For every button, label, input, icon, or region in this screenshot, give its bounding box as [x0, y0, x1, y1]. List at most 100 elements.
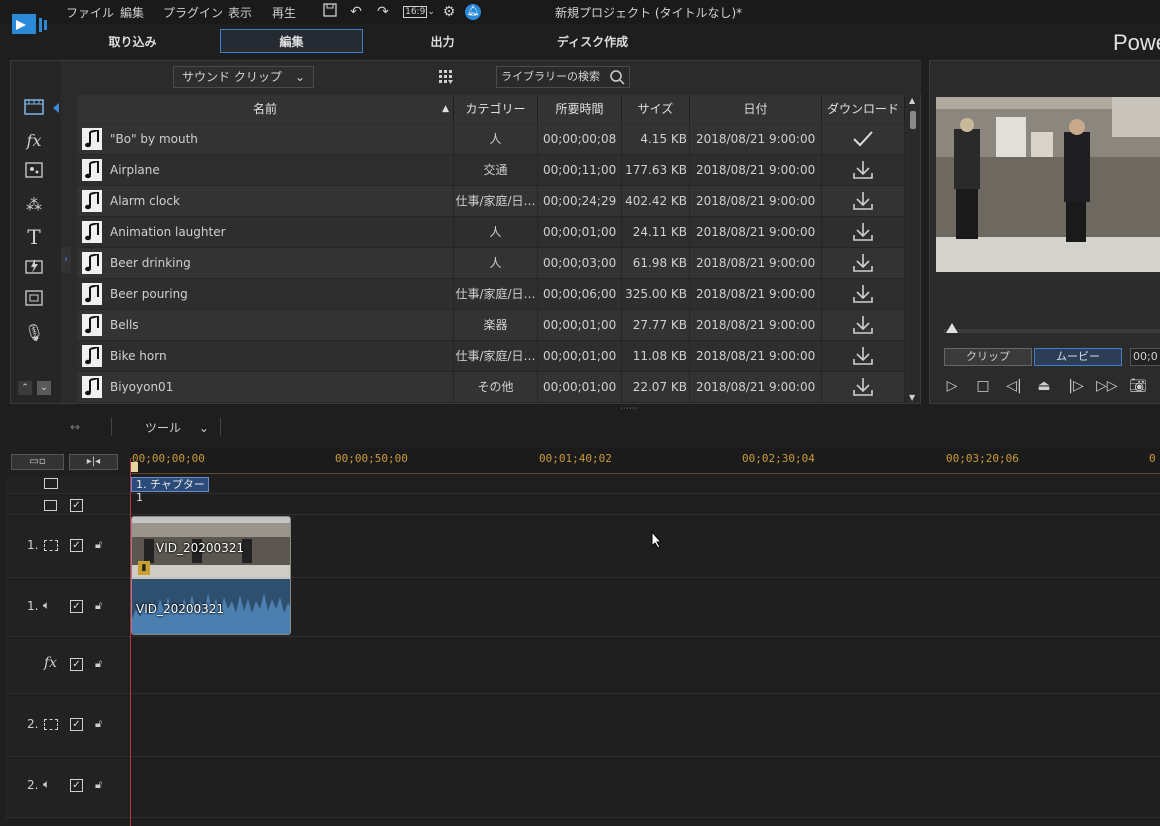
snapshot-camera-icon[interactable]: 📷︎ [1128, 377, 1148, 395]
view-grid-icon[interactable] [438, 69, 454, 85]
playhead-line[interactable] [130, 458, 131, 826]
row-download-cell[interactable] [822, 155, 905, 185]
library-scrollbar[interactable]: ▲ ▼ [907, 95, 919, 403]
column-header-size[interactable]: サイズ [622, 95, 690, 123]
settings-gear-icon[interactable]: ⚙ [440, 3, 458, 21]
library-category-dropdown[interactable]: サウンド クリップ ⌄ [173, 66, 314, 88]
next-frame-icon[interactable]: |▷ [1066, 377, 1086, 395]
tools-menu[interactable]: ツール ⌄ [145, 419, 209, 436]
fit-timeline-icon[interactable]: ↔ [70, 420, 80, 434]
column-header-duration[interactable]: 所要時間 [538, 95, 622, 123]
track-enable-checkbox[interactable]: ✓ [70, 718, 83, 731]
library-scroll-thumb[interactable] [910, 111, 916, 129]
media-room-icon[interactable] [23, 97, 45, 119]
table-row[interactable]: Biyoyon01 その他 00;00;01;00 22.07 KB 2018/08/2… [77, 372, 905, 403]
save-icon[interactable] [321, 3, 339, 21]
unlock-icon[interactable]: 🔓︎ [95, 778, 107, 792]
library-search-input[interactable]: ライブラリーの検索 [496, 66, 630, 88]
preview-timecode[interactable]: 00;0 [1130, 348, 1160, 366]
track-enable-checkbox[interactable]: ✓ [70, 779, 83, 792]
split-marker-icon[interactable]: ⏏ [1034, 377, 1054, 395]
download-icon[interactable] [852, 377, 874, 397]
redo-icon[interactable]: ↷ [374, 3, 392, 21]
effects-fx-icon[interactable]: fx [23, 130, 45, 152]
scroll-up-arrow-icon[interactable]: ▲ [909, 96, 915, 105]
track-enable-checkbox[interactable]: ✓ [70, 658, 83, 671]
table-row[interactable]: Beer pouring 仕事/家庭/日… 00;00;06;00 325.00 KB… [77, 279, 905, 310]
fast-forward-icon[interactable]: ▷▷ [1096, 377, 1118, 395]
download-icon[interactable] [852, 315, 874, 335]
menu-file[interactable]: ファイル [66, 4, 114, 21]
table-row[interactable]: Airplane 交通 00;00;11;00 177.63 KB 2018/08/21… [77, 155, 905, 186]
unlock-icon[interactable]: 🔓︎ [95, 599, 107, 613]
row-download-cell[interactable] [822, 124, 905, 154]
unlock-icon[interactable]: 🔓︎ [95, 657, 107, 671]
preview-tab-clip[interactable]: クリップ [944, 348, 1032, 366]
download-icon[interactable] [852, 284, 874, 304]
fit-project-icon[interactable]: ▸|◂ [69, 454, 118, 470]
row-download-cell[interactable] [822, 248, 905, 278]
column-header-date[interactable]: 日付 [690, 95, 822, 123]
download-icon[interactable] [852, 222, 874, 242]
row-download-cell[interactable] [822, 217, 905, 247]
menu-playback[interactable]: 再生 [272, 4, 296, 21]
pip-room-icon[interactable] [23, 290, 45, 312]
playhead-marker-icon[interactable] [130, 462, 138, 472]
row-download-cell[interactable] [822, 341, 905, 371]
scroll-down-arrow-icon[interactable]: ▼ [909, 393, 915, 402]
chapter-marker[interactable]: 1. チャプター 1 [131, 477, 209, 504]
column-header-category[interactable]: カテゴリー [454, 95, 538, 123]
tab-produce[interactable]: 出力 [390, 30, 495, 54]
track-manager-icon[interactable]: ▭▫ [11, 454, 64, 470]
title-room-icon[interactable]: T [23, 226, 45, 248]
overlay-room-icon[interactable] [23, 162, 45, 184]
tab-edit[interactable]: 編集 [220, 29, 363, 53]
download-icon[interactable] [852, 346, 874, 366]
preview-seek-bar[interactable] [944, 329, 1160, 333]
rail-scroll-down-icon[interactable]: ⌄ [37, 381, 51, 395]
track-enable-checkbox[interactable]: ✓ [70, 499, 83, 512]
table-row[interactable]: Animation laughter 人 00;00;01;00 24.11 KB 20… [77, 217, 905, 248]
row-download-cell[interactable] [822, 372, 905, 402]
menu-view[interactable]: 表示 [228, 4, 252, 21]
voiceover-microphone-icon[interactable]: 🎙︎ [23, 322, 45, 344]
previous-frame-icon[interactable]: ◁| [1004, 377, 1024, 395]
column-header-name[interactable]: 名前 ▲ [77, 95, 454, 123]
menu-plugin[interactable]: プラグイン [163, 4, 223, 21]
transition-room-icon[interactable] [23, 258, 45, 280]
table-row[interactable]: Beer drinking 人 00;00;03;00 61.98 KB 2018/08… [77, 248, 905, 279]
table-row[interactable]: Bells 楽器 00;00;01;00 27.77 KB 2018/08/21 9:0… [77, 310, 905, 341]
column-header-download[interactable]: ダウンロード [822, 95, 905, 123]
unlock-icon[interactable]: 🔓︎ [95, 538, 107, 552]
stop-icon[interactable]: □ [973, 377, 993, 395]
preview-tab-movie[interactable]: ムービー [1034, 348, 1122, 366]
collapse-rail-chevron-icon[interactable]: › [61, 247, 71, 273]
unlock-icon[interactable]: 🔓︎ [95, 717, 107, 731]
track-enable-checkbox[interactable]: ✓ [70, 539, 83, 552]
timeline-ruler[interactable]: 00;00;00;00 00;00;50;00 00;01;40;02 00;0… [130, 448, 1160, 474]
row-download-cell[interactable] [822, 279, 905, 309]
download-icon[interactable] [852, 160, 874, 180]
table-row[interactable]: Bike horn 仕事/家庭/日… 00;00;01;00 11.08 KB 2018… [77, 341, 905, 372]
tab-capture[interactable]: 取り込み [80, 30, 185, 54]
video-preview-frame[interactable] [936, 97, 1160, 272]
aspect-ratio-button[interactable]: 16:9 ⌄ [402, 3, 436, 21]
undo-icon[interactable]: ↶ [347, 3, 365, 21]
row-download-cell[interactable] [822, 186, 905, 216]
row-download-cell[interactable] [822, 310, 905, 340]
timeline-clip[interactable]: VID_20200321 ▮ VID_20200321 [131, 516, 291, 635]
tab-disc-creation[interactable]: ディスク作成 [540, 30, 645, 54]
seek-handle-icon[interactable] [946, 323, 958, 333]
particle-room-icon[interactable]: ⁂ [23, 194, 45, 216]
search-icon[interactable] [609, 69, 625, 85]
download-icon[interactable] [852, 191, 874, 211]
row-category: 人 [454, 124, 538, 154]
notification-bell-icon[interactable]: 🔔︎ [465, 4, 481, 20]
table-row[interactable]: "Bo" by mouth 人 00;00;00;08 4.15 KB 2018/08/… [77, 124, 905, 155]
rail-scroll-up-icon[interactable]: ⌃ [18, 381, 32, 395]
track-enable-checkbox[interactable]: ✓ [70, 600, 83, 613]
table-row[interactable]: Alarm clock 仕事/家庭/日… 00;00;24;29 402.42 KB 2… [77, 186, 905, 217]
play-icon[interactable]: ▷ [942, 377, 962, 395]
menu-edit[interactable]: 編集 [120, 4, 144, 21]
download-icon[interactable] [852, 253, 874, 273]
